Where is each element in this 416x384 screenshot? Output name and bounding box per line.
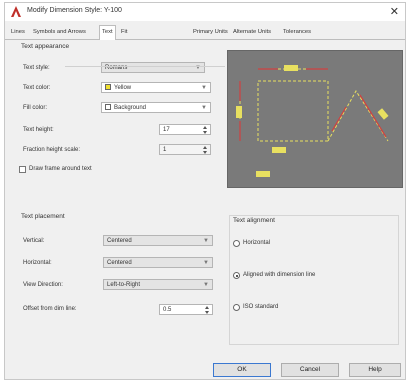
vertical-label: Vertical: — [23, 238, 45, 244]
ok-button[interactable]: OK — [213, 363, 271, 377]
autocad-logo-icon — [11, 6, 21, 17]
tab-primary-units[interactable]: Primary Units — [191, 27, 230, 38]
text-height-value: 17 — [163, 127, 170, 133]
fill-color-value: Background — [114, 105, 147, 111]
text-alignment-group — [229, 215, 399, 345]
horizontal-value: Centered — [107, 260, 132, 266]
chevron-down-icon: ▼ — [195, 65, 201, 71]
tab-strip: Lines Symbols and Arrows Text Fit Primar… — [5, 25, 405, 40]
preview-drawing — [236, 65, 389, 177]
view-direction-value: Left-to-Right — [107, 282, 141, 288]
text-color-dropdown[interactable]: Yellow ▼ — [101, 82, 211, 93]
horizontal-dropdown[interactable]: Centered ▼ — [103, 257, 213, 268]
text-appearance-heading: Text appearance — [21, 43, 70, 50]
text-style-label: Text style: — [23, 65, 50, 71]
draw-frame-checkbox[interactable] — [19, 166, 26, 173]
draw-frame-label: Draw frame around text — [29, 166, 92, 172]
chevron-down-icon: ▼ — [203, 260, 209, 266]
divider — [65, 66, 225, 67]
chevron-down-icon: ▼ — [203, 282, 209, 288]
text-color-label: Text color: — [23, 85, 51, 91]
tab-alternate-units[interactable]: Alternate Units — [231, 27, 273, 38]
text-placement-heading: Text placement — [21, 213, 65, 220]
fraction-height-label: Fraction height scale: — [23, 147, 81, 153]
chevron-down-icon: ▼ — [201, 85, 207, 91]
fraction-height-stepper[interactable]: 1 — [159, 144, 211, 155]
fill-color-dropdown[interactable]: Background ▼ — [101, 102, 211, 113]
window-title: Modify Dimension Style: Y-100 — [27, 7, 122, 14]
spin-arrows-icon[interactable] — [202, 146, 209, 154]
iso-standard-radio[interactable] — [233, 304, 240, 311]
chevron-down-icon: ▼ — [201, 105, 207, 111]
tab-symbols-arrows[interactable]: Symbols and Arrows — [31, 27, 88, 38]
dimension-preview — [227, 50, 403, 188]
tab-text[interactable]: Text — [99, 25, 116, 40]
iso-option-label: ISO standard — [243, 304, 279, 310]
offset-value: 0.5 — [163, 307, 172, 313]
horizontal-option-label: Horizontal — [243, 240, 271, 246]
horizontal-label: Horizontal: — [23, 260, 52, 266]
vertical-value: Centered — [107, 238, 132, 244]
tab-tolerances[interactable]: Tolerances — [281, 27, 313, 38]
chevron-down-icon: ▼ — [203, 238, 209, 244]
title-bar: Modify Dimension Style: Y-100 ✕ — [5, 3, 405, 21]
horizontal-radio[interactable] — [233, 240, 240, 247]
tab-fit[interactable]: Fit — [119, 27, 129, 38]
background-swatch-icon — [105, 104, 111, 110]
offset-stepper[interactable]: 0.5 — [159, 304, 213, 315]
offset-label: Offset from dim line: — [23, 306, 77, 312]
cancel-button[interactable]: Cancel — [281, 363, 339, 377]
dialog-window: Modify Dimension Style: Y-100 ✕ Lines Sy… — [4, 2, 406, 380]
close-icon[interactable]: ✕ — [390, 5, 399, 18]
yellow-swatch-icon — [105, 84, 111, 90]
view-direction-dropdown[interactable]: Left-to-Right ▼ — [103, 279, 213, 290]
text-color-value: Yellow — [114, 85, 132, 91]
fraction-height-value: 1 — [163, 147, 167, 153]
text-height-stepper[interactable]: 17 — [159, 124, 211, 135]
help-button[interactable]: Help — [349, 363, 401, 377]
tab-lines[interactable]: Lines — [9, 27, 27, 38]
spin-arrows-icon[interactable] — [204, 306, 211, 314]
vertical-dropdown[interactable]: Centered ▼ — [103, 235, 213, 246]
fill-color-label: Fill color: — [23, 105, 48, 111]
text-alignment-heading: Text alignment — [233, 217, 275, 224]
text-height-label: Text height: — [23, 127, 54, 133]
text-style-dropdown[interactable]: Romans ▼ — [101, 62, 205, 73]
spin-arrows-icon[interactable] — [202, 126, 209, 134]
view-direction-label: View Direction: — [23, 282, 63, 288]
aligned-radio[interactable] — [233, 272, 240, 279]
aligned-option-label: Aligned with dimension line — [243, 272, 316, 278]
